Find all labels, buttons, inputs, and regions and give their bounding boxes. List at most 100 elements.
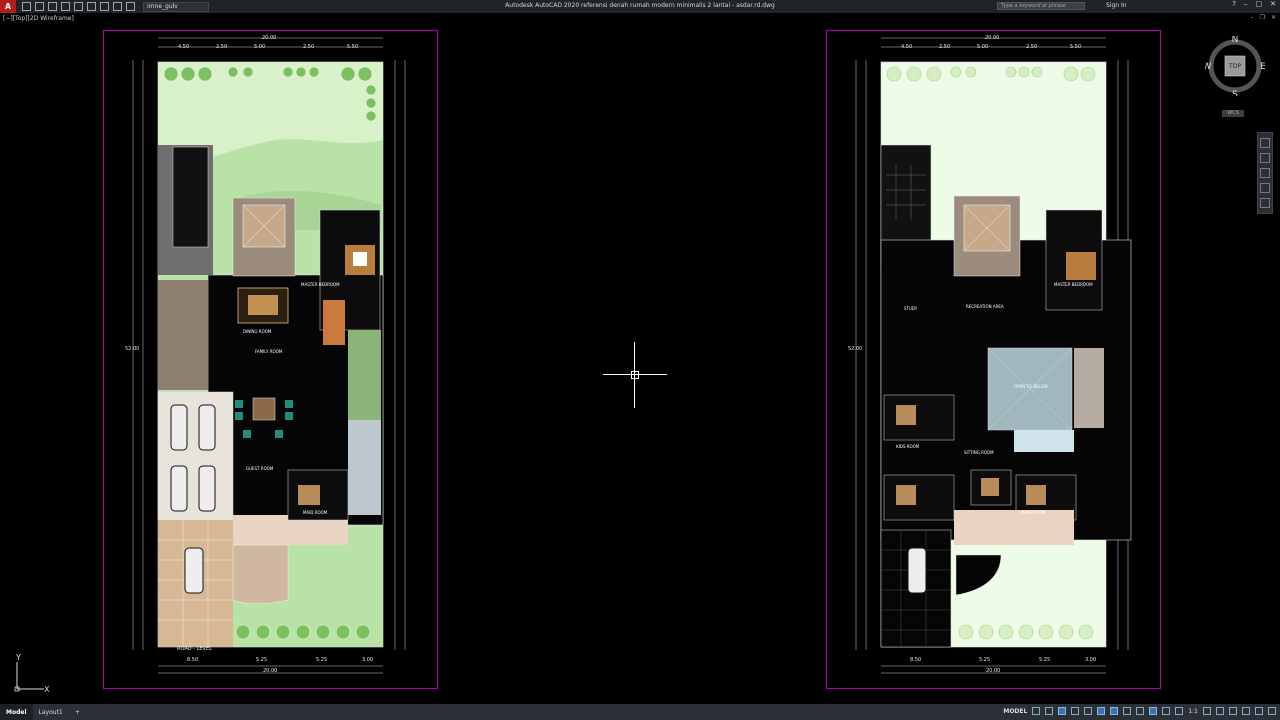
left-bottom-dim-3: 5.25 xyxy=(316,657,328,663)
orbit-icon[interactable] xyxy=(1260,183,1270,193)
svg-text:SITTING ROOM: SITTING ROOM xyxy=(964,450,994,455)
drawing-restore-icon[interactable]: ❐ xyxy=(1260,14,1265,21)
right-bottom-dim-3: 5.25 xyxy=(1039,657,1051,663)
maximize-icon[interactable]: □ xyxy=(1256,0,1263,8)
right-bottom-dim-2: 5.25 xyxy=(979,657,991,663)
ucs-icon: Y X xyxy=(14,654,50,694)
svg-text:OPEN TO BELOW: OPEN TO BELOW xyxy=(1014,384,1048,389)
object-snap-icon[interactable] xyxy=(1110,707,1119,715)
pan-icon[interactable] xyxy=(1260,153,1270,163)
open-icon[interactable] xyxy=(35,2,44,11)
clean-screen-icon[interactable] xyxy=(1255,707,1263,715)
right-top-dim-1: 4.50 xyxy=(901,44,913,50)
right-top-total-dim: 20.00 xyxy=(985,35,1000,41)
drawing-window-controls: – ❐ ✕ xyxy=(1251,14,1276,21)
workspace-switching-icon[interactable] xyxy=(1203,707,1211,715)
drawing-close-icon[interactable]: ✕ xyxy=(1271,14,1276,21)
left-top-dim-2: 2.50 xyxy=(216,44,228,50)
svg-text:STUDY: STUDY xyxy=(904,306,918,311)
right-side-total-dim: 52.00 xyxy=(848,346,863,352)
showmotion-icon[interactable] xyxy=(1260,198,1270,208)
save-as-icon[interactable] xyxy=(61,2,70,11)
undo-icon[interactable] xyxy=(87,2,96,11)
share-icon[interactable] xyxy=(113,2,122,11)
cursor-pickbox xyxy=(631,371,639,379)
svg-text:DINING ROOM: DINING ROOM xyxy=(243,329,272,334)
ground-floor-plan[interactable]: FAMILY ROOM DINING ROOM MASTER BEDROOM G… xyxy=(103,30,438,690)
lineweight-icon[interactable] xyxy=(1123,707,1132,715)
compass-south-label[interactable]: S xyxy=(1232,90,1238,96)
isolate-objects-icon[interactable] xyxy=(1229,707,1237,715)
wcs-menu[interactable]: WCS xyxy=(1222,110,1244,117)
compass-west-label[interactable]: W xyxy=(1205,62,1212,72)
compass-north-label[interactable]: N xyxy=(1232,36,1239,45)
left-bottom-dim-1: 8.50 xyxy=(187,657,199,663)
left-top-dim-1: 4.50 xyxy=(178,44,190,50)
print-icon[interactable] xyxy=(74,2,83,11)
isodraft-icon[interactable] xyxy=(1084,707,1093,715)
drawing-minimize-icon[interactable]: – xyxy=(1251,14,1254,21)
model-space-label[interactable]: MODEL xyxy=(1003,708,1027,715)
right-bottom-dim-4: 3.00 xyxy=(1085,657,1097,663)
polar-icon[interactable] xyxy=(1071,707,1080,715)
tab-layout1[interactable]: Layout1 xyxy=(33,704,69,720)
right-bottom-total-dim: 20.00 xyxy=(986,668,1001,674)
grid-icon[interactable] xyxy=(1032,707,1041,715)
viewcube-compass[interactable]: TOP N S E W xyxy=(1205,36,1265,96)
search-input[interactable]: Type a keyword or phrase xyxy=(997,2,1085,10)
svg-text:RECREATION AREA: RECREATION AREA xyxy=(966,304,1004,309)
zoom-extents-icon[interactable] xyxy=(1260,168,1270,178)
left-bottom-total-dim: 20.00 xyxy=(263,668,278,674)
left-top-dim-4: 2.50 xyxy=(303,44,315,50)
redo-icon[interactable] xyxy=(100,2,109,11)
svg-text:MASTER BEDROOM: MASTER BEDROOM xyxy=(301,282,340,287)
window-controls: ? – □ ✕ xyxy=(1232,0,1276,8)
navigation-bar xyxy=(1257,132,1273,214)
workspace-dropdown[interactable]: imne_gulv xyxy=(143,1,209,12)
upper-floor-plan[interactable]: OPEN TO BELOW RECREATION AREA MASTER BED… xyxy=(826,30,1161,690)
autoscale-icon[interactable] xyxy=(1175,707,1184,715)
annotation-monitor-icon[interactable] xyxy=(1216,707,1224,715)
right-top-dim-4: 2.50 xyxy=(1026,44,1038,50)
snap-icon[interactable] xyxy=(1045,707,1054,715)
status-bar: Model Layout1 + MODEL 1:1 xyxy=(0,704,1280,720)
tab-model[interactable]: Model xyxy=(0,704,33,720)
left-top-total-dim: 20.00 xyxy=(262,35,277,41)
sign-in-link[interactable]: Sign In xyxy=(1106,2,1127,9)
viewport-controls-label[interactable]: [−][Top][2D Wireframe] xyxy=(3,15,74,22)
save-icon[interactable] xyxy=(48,2,57,11)
selection-cycling-icon[interactable] xyxy=(1149,707,1158,715)
minimize-icon[interactable]: – xyxy=(1244,0,1248,8)
annotation-scale[interactable]: 1:1 xyxy=(1188,708,1198,715)
full-navigation-wheel-icon[interactable] xyxy=(1260,138,1270,148)
svg-text:FAMILY ROOM: FAMILY ROOM xyxy=(255,349,283,354)
new-icon[interactable] xyxy=(22,2,31,11)
layer-icon[interactable] xyxy=(126,2,135,11)
object-snap-tracking-icon[interactable] xyxy=(1097,707,1106,715)
annotation-visibility-icon[interactable] xyxy=(1162,707,1171,715)
right-top-dim-2: 2.50 xyxy=(939,44,951,50)
hardware-acceleration-icon[interactable] xyxy=(1242,707,1250,715)
quick-access-toolbar xyxy=(22,2,135,11)
road-level-label: ROAD - LEVEL xyxy=(177,646,212,652)
transparency-icon[interactable] xyxy=(1136,707,1145,715)
help-icon[interactable]: ? xyxy=(1232,0,1236,8)
left-bottom-dim-4: 3.00 xyxy=(362,657,374,663)
ucs-x-label: X xyxy=(44,685,50,694)
autocad-logo-icon[interactable]: A xyxy=(0,0,16,13)
left-bottom-dim-2: 5.25 xyxy=(256,657,268,663)
status-toggles: MODEL 1:1 xyxy=(1003,707,1276,715)
right-top-dim-3: 5.00 xyxy=(977,44,989,50)
ortho-icon[interactable] xyxy=(1058,707,1067,715)
left-top-dim-5: 5.50 xyxy=(347,44,359,50)
right-bottom-dim-1: 8.50 xyxy=(910,657,922,663)
title-bar: A imne_gulv Autodesk AutoCAD 2020 refere… xyxy=(0,0,1280,13)
customization-menu-icon[interactable] xyxy=(1268,707,1276,715)
close-icon[interactable]: ✕ xyxy=(1270,0,1276,8)
ucs-y-label: Y xyxy=(15,654,21,662)
compass-east-label[interactable]: E xyxy=(1260,62,1265,72)
add-layout-button[interactable]: + xyxy=(69,704,86,720)
right-top-dim-5: 5.50 xyxy=(1070,44,1082,50)
left-side-total-dim: 52.00 xyxy=(125,346,140,352)
left-top-dim-3: 5.00 xyxy=(254,44,266,50)
